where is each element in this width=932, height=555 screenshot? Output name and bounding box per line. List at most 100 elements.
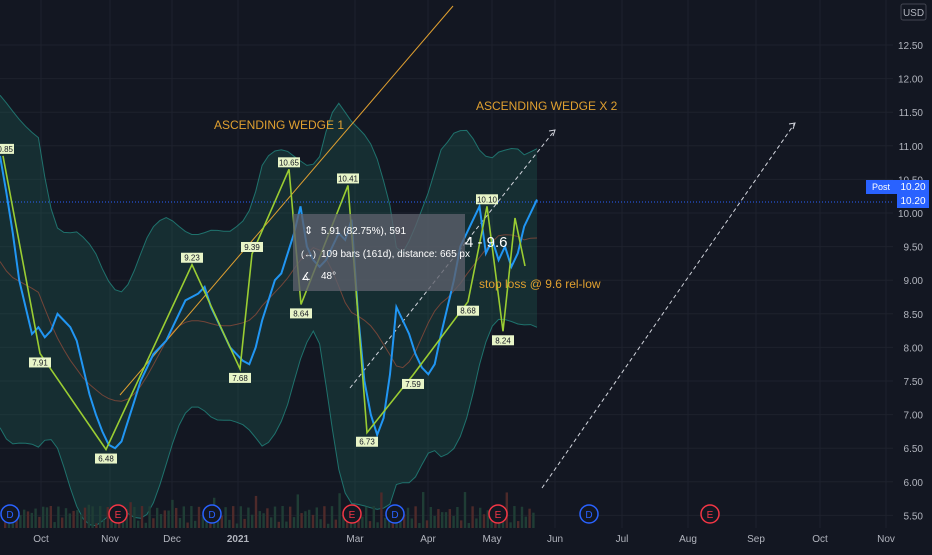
wave-label: 10.65 bbox=[279, 158, 300, 167]
volume-bar bbox=[528, 508, 531, 528]
volume-bar bbox=[140, 506, 144, 528]
volume-bar bbox=[456, 506, 459, 528]
tooltip-bars-icon: (↔) bbox=[301, 249, 316, 259]
range-label[interactable]: 4 - 9.6 bbox=[465, 234, 508, 251]
volume-bar bbox=[330, 506, 334, 528]
wedge2-label[interactable]: ASCENDING WEDGE X 2 bbox=[476, 99, 618, 113]
wave-label: 7.68 bbox=[232, 374, 248, 383]
chart-canvas[interactable]: 10.85 7.91 6.48 9.23 7.68 9.39 10.65 8.64 10.41 6… bbox=[0, 0, 932, 550]
volume-bar bbox=[224, 507, 227, 528]
volume-bar bbox=[319, 519, 322, 528]
price-tick-label: 9.50 bbox=[904, 243, 924, 254]
time-tick-label: Nov bbox=[101, 534, 119, 545]
volume-bar bbox=[235, 523, 239, 528]
volume-bar bbox=[64, 508, 68, 528]
volume-bar bbox=[270, 517, 273, 528]
volume-bar bbox=[323, 506, 326, 528]
volume-bar bbox=[190, 506, 193, 528]
volume-bar bbox=[95, 523, 98, 528]
event-marker-letter: D bbox=[6, 510, 13, 521]
wave-label: 10.41 bbox=[338, 174, 359, 183]
volume-bar bbox=[327, 523, 330, 528]
volume-bar bbox=[406, 507, 410, 528]
volume-bar bbox=[422, 492, 425, 528]
volume-bar bbox=[19, 515, 22, 528]
event-marker-letter: E bbox=[115, 510, 122, 521]
time-tick-label: Jun bbox=[547, 534, 563, 545]
volume-bar bbox=[509, 522, 512, 528]
stoploss-label[interactable]: stop loss @ 9.6 rel-low bbox=[479, 277, 601, 291]
volume-bar bbox=[34, 508, 37, 528]
post-value-secondary: 10.20 bbox=[900, 196, 925, 207]
volume-bar bbox=[91, 506, 94, 528]
volume-bar bbox=[72, 510, 75, 528]
volume-bar bbox=[129, 502, 132, 528]
volume-bar bbox=[83, 507, 87, 528]
event-marker-letter: D bbox=[585, 510, 592, 521]
volume-bar bbox=[159, 514, 163, 528]
wave-label: 6.48 bbox=[98, 455, 114, 464]
volume-bar bbox=[175, 507, 178, 528]
volume-bar bbox=[49, 506, 52, 528]
tooltip-line1: 5.91 (82.75%), 591 bbox=[321, 226, 406, 237]
chart-root: 10.85 7.91 6.48 9.23 7.68 9.39 10.65 8.64 10.41 6… bbox=[0, 0, 932, 550]
wave-label: 7.59 bbox=[405, 380, 421, 389]
tooltip-angle-icon: ∡ bbox=[301, 271, 311, 283]
volume-bar bbox=[137, 520, 140, 528]
volume-bar bbox=[243, 518, 246, 528]
time-tick-label: Jul bbox=[616, 534, 629, 545]
volume-bar bbox=[186, 522, 189, 528]
currency-label[interactable]: USD bbox=[900, 3, 927, 21]
event-marker-letter: D bbox=[208, 510, 215, 521]
volume-bar bbox=[444, 512, 448, 528]
post-value: 10.20 bbox=[900, 182, 925, 193]
event-marker-letter: D bbox=[391, 510, 398, 521]
volume-bar bbox=[87, 504, 90, 528]
price-tick-label: 7.00 bbox=[904, 411, 924, 422]
volume-bar bbox=[532, 512, 535, 528]
volume-bar bbox=[45, 507, 49, 528]
price-tick-label: 12.50 bbox=[898, 41, 923, 52]
volume-bar bbox=[524, 516, 527, 528]
event-marker-letter: E bbox=[707, 510, 714, 521]
time-tick-label: 2021 bbox=[227, 534, 250, 545]
volume-bar bbox=[163, 510, 166, 528]
volume-bar bbox=[239, 506, 242, 528]
time-tick-label: Sep bbox=[747, 534, 765, 545]
price-tick-label: 5.50 bbox=[904, 511, 924, 522]
volume-bar bbox=[425, 520, 429, 528]
price-tick-label: 9.00 bbox=[904, 276, 924, 287]
volume-bar bbox=[448, 509, 451, 528]
volume-bar bbox=[315, 507, 318, 528]
event-marker-letter: E bbox=[495, 510, 502, 521]
time-tick-label: Oct bbox=[812, 534, 828, 545]
measure-tooltip[interactable]: ⇕ 5.91 (82.75%), 591 (↔) 109 bars (161d)… bbox=[293, 214, 470, 291]
time-tick-label: May bbox=[483, 534, 502, 545]
wedge1-label[interactable]: ASCENDING WEDGE 1 bbox=[214, 118, 344, 132]
volume-bar bbox=[106, 507, 109, 528]
wave-label: 7.91 bbox=[32, 358, 48, 367]
time-tick-label: Oct bbox=[33, 534, 49, 545]
volume-bar bbox=[513, 506, 516, 528]
volume-bar bbox=[53, 522, 56, 528]
time-tick-label: Apr bbox=[420, 534, 436, 545]
post-label: Post bbox=[872, 182, 891, 192]
price-tick-label: 12.00 bbox=[898, 75, 923, 86]
volume-bar bbox=[311, 514, 315, 528]
volume-bar bbox=[182, 506, 185, 528]
volume-bar bbox=[76, 510, 79, 528]
volume-bar bbox=[102, 520, 106, 528]
price-tick-label: 8.50 bbox=[904, 310, 924, 321]
volume-bar bbox=[410, 518, 413, 528]
volume-bar bbox=[133, 506, 136, 528]
wave-label: 6.73 bbox=[359, 438, 375, 447]
volume-bar bbox=[61, 517, 64, 528]
volume-bar bbox=[520, 506, 524, 528]
time-tick-label: Aug bbox=[679, 534, 697, 545]
volume-bar bbox=[171, 499, 174, 528]
volume-bar bbox=[254, 495, 258, 528]
volume-bar bbox=[338, 493, 341, 528]
volume-bar bbox=[292, 517, 296, 528]
volume-bar bbox=[99, 506, 102, 528]
wave-label: 10.85 bbox=[0, 145, 14, 154]
